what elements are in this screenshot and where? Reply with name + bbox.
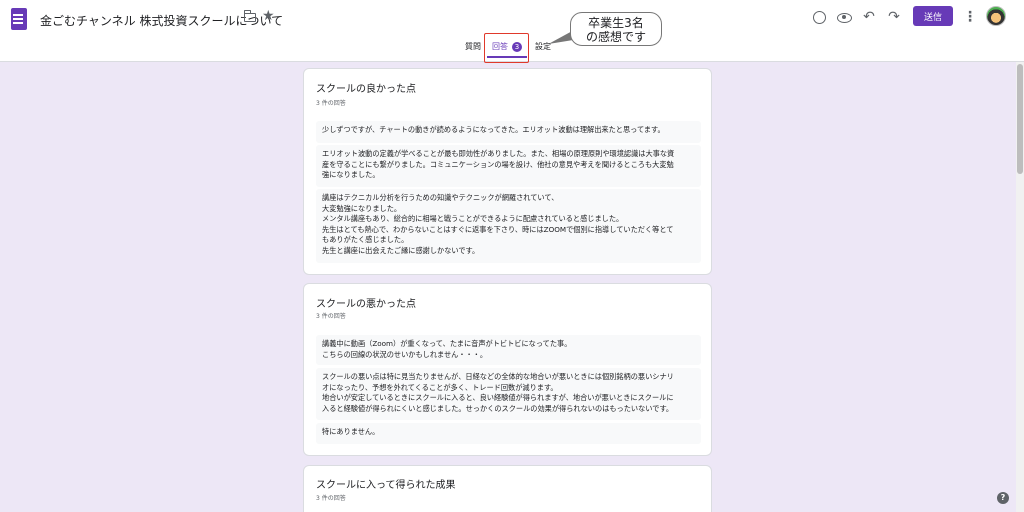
response-item: 少しずつですが、チャートの動きが読めるようになってきた。エリオット波動は理解出来… [316, 121, 701, 143]
star-icon[interactable]: ★ [262, 9, 275, 23]
undo-icon[interactable]: ↶ [861, 9, 877, 25]
help-icon[interactable]: ? [997, 492, 1009, 504]
response-item: エリオット波動の定義が学べることが最も即効性がありました。また、相場の原理原則や… [316, 145, 701, 187]
summary-card-good-points: スクールの良かった点 3 件の回答 少しずつですが、チャートの動きが読めるように… [303, 68, 712, 275]
callout-line-2: の感想です [585, 30, 646, 44]
response-count: 3 件の回答 [316, 313, 346, 320]
forms-app-icon[interactable] [11, 8, 27, 30]
send-button[interactable]: 送信 [913, 6, 953, 26]
callout-line-1: 卒業生3名 [588, 16, 644, 30]
response-item: 講座はテクニカル分析を行うための知識やテクニックが網羅されていて、 大変勉強にな… [316, 189, 701, 263]
response-count: 3 件の回答 [316, 100, 346, 107]
response-item: スクールの悪い点は特に見当たりませんが、日経などの全体的な地合いが悪いときには個… [316, 368, 701, 420]
card-title: スクールに入って得られた成果 [316, 480, 456, 491]
palette-icon[interactable] [811, 9, 827, 25]
summary-card-results: スクールに入って得られた成果 3 件の回答 [303, 465, 712, 512]
summary-card-bad-points: スクールの悪かった点 3 件の回答 講義中に動画（Zoom）が重くなって、たまに… [303, 283, 712, 456]
redo-icon[interactable]: ↷ [886, 9, 902, 25]
scrollbar-thumb[interactable] [1017, 64, 1023, 174]
response-item: 講義中に動画（Zoom）が重くなって、たまに音声がトビトビになってた事。 こちら… [316, 335, 701, 365]
response-count: 3 件の回答 [316, 495, 346, 502]
more-vert-icon[interactable]: ⋮ [962, 9, 978, 25]
folder-icon[interactable] [243, 10, 256, 22]
avatar[interactable] [986, 6, 1006, 26]
callout-annotation: 卒業生3名 の感想です [570, 12, 662, 46]
card-title: スクールの悪かった点 [316, 299, 416, 310]
highlight-annotation-box [484, 33, 529, 63]
card-title: スクールの良かった点 [316, 84, 416, 95]
tab-questions[interactable]: 質問 [465, 41, 481, 52]
preview-eye-icon[interactable] [836, 9, 852, 25]
response-item: 特にありません。 [316, 423, 701, 444]
